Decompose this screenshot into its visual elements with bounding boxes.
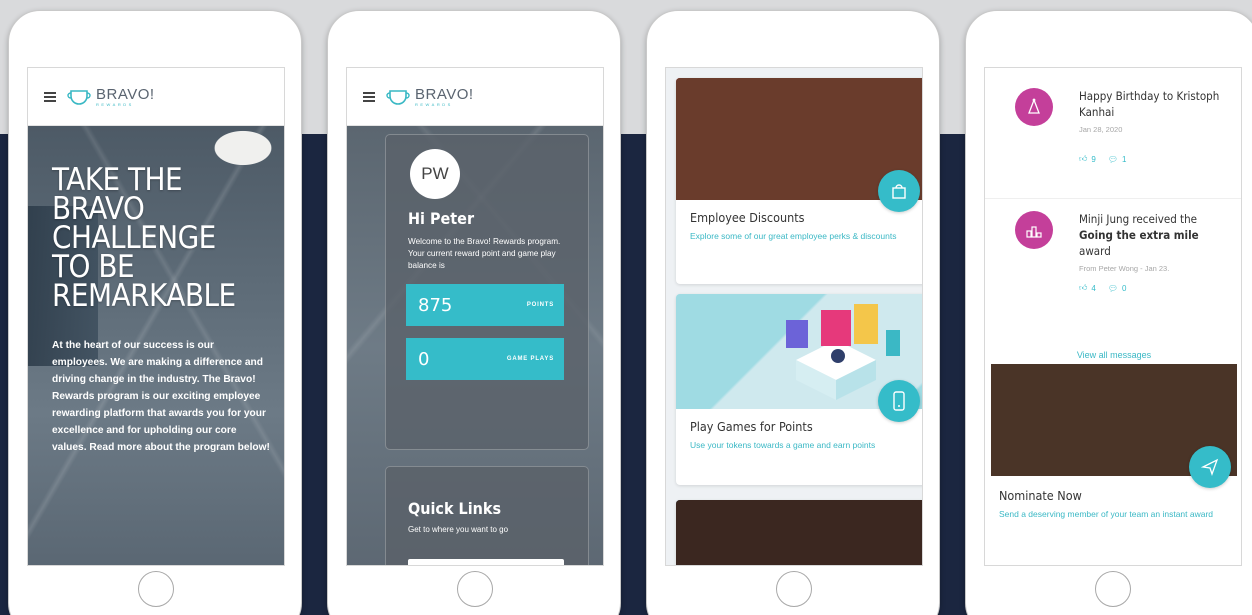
nominate-title: Nominate Now [999, 488, 1082, 503]
quick-links-card: Quick Links Get to where you want to go [385, 466, 589, 565]
gift-bag-icon[interactable] [878, 170, 920, 212]
hero-title: TAKE THE BRAVO CHALLENGE TO BE REMARKABL… [52, 162, 236, 314]
phone-screen: BRAVO! REWARDS TAKE THE BRAVO CHALLENGE … [27, 67, 285, 566]
game-plays-value: 0 [418, 348, 430, 370]
hamburger-menu-icon[interactable] [363, 91, 375, 102]
message-title-prefix: Minji Jung received the [1079, 212, 1198, 226]
quick-links-title: Quick Links [408, 499, 502, 518]
phone-mockup-messages: Happy Birthday to Kristoph Kanhai Jan 28… [965, 10, 1252, 615]
points-label: POINTS [526, 302, 554, 308]
phone-home-button [1095, 571, 1131, 607]
message-reactions: 👍︎ 9 💬︎ 1 [1079, 154, 1239, 164]
hero-body-text: At the heart of our success is our emplo… [52, 340, 270, 453]
shopping-people-photo [676, 500, 922, 565]
phone-home-button [776, 571, 812, 607]
phone-screen: BRAVO! REWARDS PW Hi Peter Welcome to th… [346, 67, 604, 566]
message-title-suffix: award [1079, 244, 1111, 258]
comment-button[interactable]: 💬︎ 0 [1108, 284, 1127, 293]
logo-wordmark: BRAVO! [415, 85, 474, 103]
message-item[interactable]: Minji Jung received the Going the extra … [985, 198, 1241, 308]
nominate-description: Send a deserving member of your team an … [999, 509, 1214, 519]
message-meta: From Peter Wong - Jan 23. [1079, 264, 1170, 273]
games-illustration [676, 294, 922, 422]
greeting-heading: Hi Peter [408, 209, 475, 228]
message-date: Jan 28, 2020 [1079, 125, 1123, 134]
award-name: Going the extra mile [1079, 228, 1199, 242]
speech-bubble-icon: 💬︎ [1107, 154, 1118, 164]
card-title: Play Games for Points [690, 419, 813, 434]
logo-tagline: REWARDS [415, 101, 453, 107]
app-header: BRAVO! REWARDS [28, 68, 284, 126]
party-hat-icon [1015, 88, 1053, 126]
employee-discounts-card[interactable]: Employee Discounts Explore some of our g… [676, 78, 922, 284]
office-team-photo [676, 78, 922, 212]
game-plays-label: GAME PLAYS [506, 356, 554, 362]
card-title: Employee Discounts [690, 210, 805, 225]
phone-mockup-perks: Employee Discounts Explore some of our g… [646, 10, 940, 615]
like-count: 4 [1091, 283, 1096, 293]
app-header: BRAVO! REWARDS [347, 68, 603, 126]
nominate-card[interactable]: Nominate Now Send a deserving member of … [991, 364, 1237, 520]
dashboard-background: PW Hi Peter Welcome to the Bravo! Reward… [347, 126, 603, 565]
like-count: 9 [1091, 154, 1096, 164]
comment-count: 0 [1121, 283, 1127, 293]
like-button[interactable]: 👍︎ 9 [1079, 154, 1096, 164]
message-item[interactable]: Happy Birthday to Kristoph Kanhai Jan 28… [985, 68, 1241, 198]
phone-mockup-home: BRAVO! REWARDS TAKE THE BRAVO CHALLENGE … [8, 10, 302, 615]
game-plays-balance-box[interactable]: 0 GAME PLAYS [406, 338, 564, 380]
like-button[interactable]: 👍︎ 4 [1079, 283, 1096, 293]
trophy-cup-icon [67, 89, 91, 105]
bravo-logo[interactable]: BRAVO! REWARDS [385, 87, 474, 107]
bravo-logo[interactable]: BRAVO! REWARDS [66, 87, 155, 107]
paper-plane-icon[interactable] [1189, 446, 1231, 488]
message-title: Minji Jung received the Going the extra … [1079, 211, 1239, 259]
phone-home-button [457, 571, 493, 607]
phone-home-button [138, 571, 174, 607]
hero-section: TAKE THE BRAVO CHALLENGE TO BE REMARKABL… [28, 126, 284, 565]
podium-icon [1015, 211, 1053, 249]
phone-screen: Employee Discounts Explore some of our g… [665, 67, 923, 566]
card-description: Explore some of our great employee perks… [690, 231, 897, 241]
hamburger-menu-icon[interactable] [44, 91, 56, 102]
quick-links-subtitle: Get to where you want to go [408, 525, 509, 534]
welcome-text: Welcome to the Bravo! Rewards program. Y… [408, 237, 561, 270]
points-balance-box[interactable]: 875 POINTS [406, 284, 564, 326]
message-reactions: 👍︎ 4 💬︎ 0 [1079, 283, 1239, 293]
welcome-card: PW Hi Peter Welcome to the Bravo! Reward… [385, 134, 589, 450]
thumbs-up-icon: 👍︎ [1079, 283, 1088, 292]
logo-wordmark: BRAVO! [96, 85, 155, 103]
comment-button[interactable]: 💬︎ 1 [1108, 155, 1127, 164]
speech-bubble-icon: 💬︎ [1107, 283, 1118, 293]
message-title: Happy Birthday to Kristoph Kanhai [1079, 89, 1220, 119]
points-value: 875 [418, 294, 453, 316]
mobile-phone-icon[interactable] [878, 380, 920, 422]
logo-tagline: REWARDS [96, 101, 134, 107]
avatar[interactable]: PW [410, 149, 460, 199]
card-description: Use your tokens towards a game and earn … [690, 440, 876, 450]
view-all-messages-link[interactable]: View all messages [985, 350, 1241, 360]
comment-count: 1 [1121, 154, 1127, 164]
phone-screen: Happy Birthday to Kristoph Kanhai Jan 28… [984, 67, 1242, 566]
play-games-card[interactable]: Play Games for Points Use your tokens to… [676, 294, 922, 485]
shopping-card[interactable] [676, 500, 922, 565]
phone-mockup-dashboard: BRAVO! REWARDS PW Hi Peter Welcome to th… [327, 10, 621, 615]
trophy-cup-icon [386, 89, 410, 105]
team-meeting-photo [991, 364, 1237, 488]
thumbs-up-icon: 👍︎ [1079, 154, 1088, 163]
quick-links-select[interactable] [408, 559, 564, 565]
